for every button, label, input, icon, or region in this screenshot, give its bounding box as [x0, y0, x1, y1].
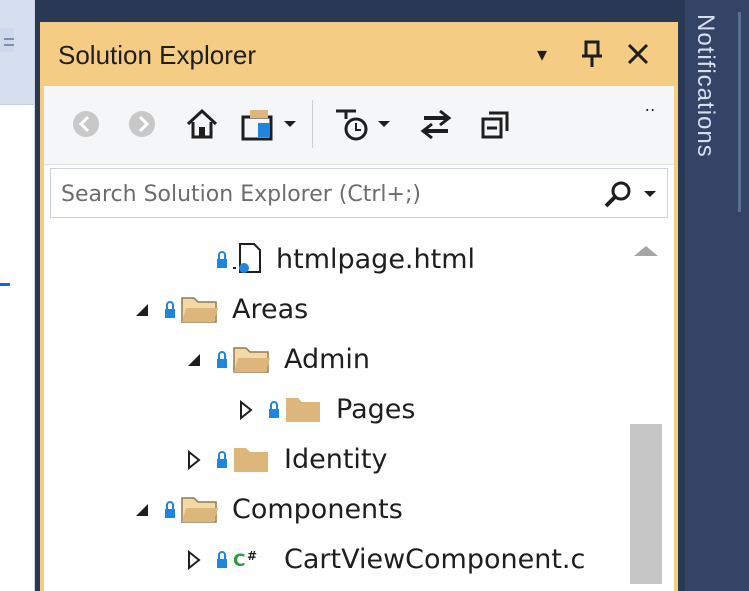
csharp-file-icon: C # — [232, 546, 266, 580]
expanded-arrow-icon[interactable] — [132, 298, 152, 322]
toolbar-overflow-icon[interactable]: ‥ — [640, 96, 660, 116]
svg-text:#: # — [247, 549, 257, 563]
tree-node-label: CartViewComponent.c — [284, 544, 586, 575]
pin-icon[interactable] — [572, 34, 612, 74]
grip-mark — [4, 44, 14, 46]
panel-title: Solution Explorer — [58, 40, 256, 70]
collapsed-arrow-icon[interactable] — [184, 448, 204, 472]
tab-accent-bar — [738, 12, 741, 212]
tree-node-pages[interactable]: Pages — [44, 386, 620, 434]
tree-node-admin[interactable]: Admin — [44, 336, 620, 384]
tree-node-cartviewcomponent[interactable]: C # CartViewComponent.c — [44, 536, 620, 584]
panel-toolbar: ‥ — [44, 86, 674, 165]
open-folder-icon — [232, 342, 270, 376]
editor-tab-strip — [0, 0, 34, 104]
ide-window: Solution Explorer ▾ ‥ Search Solution Ex… — [0, 0, 749, 591]
notifications-tab-label[interactable]: Notifications — [691, 14, 719, 158]
collapse-all-icon[interactable] — [476, 104, 516, 144]
close-icon[interactable] — [618, 34, 658, 74]
pending-changes-filter-icon[interactable] — [332, 104, 396, 144]
search-input[interactable] — [59, 175, 533, 213]
folder-icon — [284, 392, 320, 426]
toolbar-separator — [312, 100, 313, 148]
tree-node-components[interactable]: Components — [44, 486, 620, 534]
home-icon[interactable] — [182, 104, 222, 144]
lock-icon — [216, 548, 228, 572]
collapsed-arrow-icon[interactable] — [184, 548, 204, 572]
lock-icon — [216, 448, 228, 472]
collapsed-arrow-icon[interactable] — [236, 398, 256, 422]
solution-tree: htmlpage.html Areas Admin Pages Identity… — [44, 224, 674, 591]
lock-icon — [216, 348, 228, 372]
tree-node-label: Areas — [232, 294, 309, 325]
divider — [0, 104, 34, 105]
expanded-arrow-icon[interactable] — [132, 498, 152, 522]
forward-icon[interactable] — [124, 104, 160, 144]
lock-icon — [164, 298, 176, 322]
tree-node-identity[interactable]: Identity — [44, 436, 620, 484]
grip-mark — [4, 38, 14, 40]
tree-node-htmlpage[interactable]: htmlpage.html — [44, 236, 620, 284]
search-box — [50, 168, 668, 218]
tree-node-label: Admin — [284, 344, 371, 375]
tree-node-label: Pages — [336, 394, 416, 425]
notifications-side-tab[interactable]: Notifications — [685, 0, 749, 591]
sync-with-active-document-icon[interactable] — [416, 104, 456, 144]
open-folder-icon — [180, 292, 218, 326]
search-icon[interactable] — [603, 179, 633, 209]
expanded-arrow-icon[interactable] — [184, 348, 204, 372]
caret-line-marker — [0, 283, 10, 286]
svg-text:C: C — [233, 551, 245, 571]
chevron-down-icon[interactable] — [643, 189, 657, 199]
scroll-up-icon[interactable] — [634, 246, 658, 256]
lock-icon — [268, 398, 280, 422]
lock-icon — [164, 498, 176, 522]
solution-explorer-panel: Solution Explorer ▾ ‥ Search Solution Ex… — [40, 22, 678, 591]
panel-title-bar[interactable]: Solution Explorer ▾ — [44, 26, 674, 86]
window-position-dropdown-icon[interactable]: ▾ — [522, 34, 562, 74]
switch-views-icon[interactable] — [240, 104, 298, 144]
tree-node-areas[interactable]: Areas — [44, 286, 620, 334]
tree-node-label: Components — [232, 494, 403, 525]
scroll-thumb[interactable] — [630, 424, 662, 584]
vertical-scrollbar[interactable] — [620, 224, 674, 591]
open-folder-icon — [180, 492, 218, 526]
search-options[interactable] — [587, 177, 657, 211]
folder-icon — [232, 442, 268, 476]
back-icon[interactable] — [68, 104, 104, 144]
html-file-icon — [232, 242, 266, 276]
tree-node-label: Identity — [284, 444, 388, 475]
tree-node-label: htmlpage.html — [276, 244, 476, 275]
lock-icon — [216, 248, 228, 272]
editor-area-edge — [0, 0, 35, 591]
editor-tab-edge[interactable] — [0, 28, 14, 52]
